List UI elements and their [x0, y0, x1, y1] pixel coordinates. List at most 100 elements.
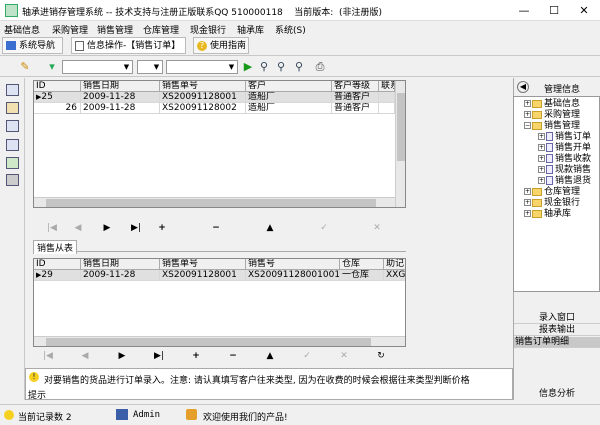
- maximize-button[interactable]: ☐: [539, 0, 569, 21]
- prev-record-button[interactable]: ◀: [78, 351, 92, 361]
- table-icon[interactable]: [6, 139, 19, 151]
- cancel-button[interactable]: ✕: [370, 223, 384, 233]
- tree-node-sales-return[interactable]: + 销售退货: [538, 176, 591, 187]
- panel-header: ◀ 管理信息: [517, 81, 597, 95]
- folder-icon: [532, 99, 542, 108]
- prev-record-button[interactable]: ◀: [71, 223, 85, 233]
- col-header-date[interactable]: 销售日期: [81, 81, 160, 92]
- first-record-button[interactable]: |◀: [41, 351, 55, 361]
- delete-record-button[interactable]: −: [226, 351, 240, 361]
- tree-node-cash-bank[interactable]: + 现金银行: [524, 198, 580, 209]
- search-all-icon[interactable]: ⚲: [292, 60, 306, 74]
- cancel-button[interactable]: ✕: [337, 351, 351, 361]
- col-header-id[interactable]: ID: [34, 81, 81, 92]
- tree-node-sales-receipt[interactable]: + 销售收款: [538, 154, 591, 165]
- detail-title[interactable]: 销售从表: [33, 240, 78, 254]
- next-record-button[interactable]: ▶: [115, 351, 129, 361]
- menu-basic-info[interactable]: 基础信息: [4, 23, 40, 36]
- document-icon: [546, 154, 553, 163]
- title-bar: 轴承进销存管理系统 -- 技术支持与注册正版联系QQ 510000118 当前版…: [0, 0, 600, 21]
- menu-sales[interactable]: 销售管理: [97, 23, 133, 36]
- post-button[interactable]: ✓: [317, 223, 331, 233]
- settings-icon[interactable]: [6, 102, 19, 114]
- tree-node-cash-sale[interactable]: + 现款销售: [538, 165, 591, 176]
- folder-icon: [532, 209, 542, 218]
- search-next-icon[interactable]: ⚲: [274, 60, 288, 74]
- delete-record-button[interactable]: −: [209, 223, 223, 233]
- operator-combo[interactable]: ▼: [137, 60, 163, 74]
- record-count: 当前记录数 2: [18, 413, 72, 423]
- tree-node-purchase[interactable]: + 采购管理: [524, 110, 580, 121]
- col-header-order-no[interactable]: 销售单号: [160, 259, 246, 270]
- tab-system-nav[interactable]: 系统导航: [2, 37, 63, 54]
- chevron-down-icon: ▼: [123, 63, 130, 71]
- nav-bar: 系统导航 信息操作-【销售订单】 ? 使用指南: [0, 36, 600, 56]
- run-icon[interactable]: ▶: [241, 60, 255, 74]
- tree-node-sales-order[interactable]: + 销售订单: [538, 132, 591, 143]
- tree-node-basic-info[interactable]: + 基础信息: [524, 99, 580, 110]
- menu-system[interactable]: 系统(S): [275, 23, 306, 36]
- up-button[interactable]: ▲: [263, 351, 277, 361]
- col-header-mnemonic[interactable]: 助记: [384, 259, 405, 270]
- horizontal-scrollbar[interactable]: [34, 336, 405, 346]
- first-record-button[interactable]: |◀: [45, 223, 59, 233]
- col-header-order-no[interactable]: 销售单号: [160, 81, 246, 92]
- tree-node-sales[interactable]: − 销售管理: [524, 121, 580, 132]
- tab-info-operation[interactable]: 信息操作-【销售订单】: [71, 37, 186, 54]
- close-button[interactable]: ✕: [569, 0, 599, 21]
- current-user: Admin: [133, 410, 161, 420]
- scroll-thumb[interactable]: [46, 338, 371, 346]
- value-combo[interactable]: ▼: [166, 60, 238, 74]
- left-toolbar: [0, 78, 25, 400]
- field-combo[interactable]: ▼: [62, 60, 133, 74]
- tree-node-warehouse[interactable]: + 仓库管理: [524, 187, 580, 198]
- last-record-button[interactable]: ▶|: [129, 223, 143, 233]
- col-header-date[interactable]: 销售日期: [81, 259, 160, 270]
- trash-icon[interactable]: [6, 174, 19, 186]
- refresh-button[interactable]: ↻: [374, 351, 388, 361]
- help-button[interactable]: ? 使用指南: [193, 37, 249, 54]
- vertical-scrollbar[interactable]: [395, 81, 405, 207]
- folder-icon: [532, 121, 542, 130]
- pencil-icon[interactable]: ✎: [18, 60, 32, 74]
- col-header-warehouse[interactable]: 仓库: [340, 259, 384, 270]
- hint-label: 提示: [28, 391, 47, 401]
- col-header-level[interactable]: 客户等级: [332, 81, 379, 92]
- folder-icon: [532, 110, 542, 119]
- col-header-customer[interactable]: 客户: [246, 81, 332, 92]
- folder-icon: [532, 187, 542, 196]
- sales-order-detail-button[interactable]: 销售订单明细: [514, 337, 600, 348]
- minimize-button[interactable]: —: [509, 0, 539, 21]
- tree-node-sales-bill[interactable]: + 销售开单: [538, 143, 591, 154]
- horizontal-scrollbar[interactable]: [34, 197, 395, 207]
- chart-icon[interactable]: [6, 157, 19, 169]
- up-button[interactable]: ▲: [263, 223, 277, 233]
- report-output-button[interactable]: 报表输出: [514, 325, 600, 336]
- chevron-down-icon: ▼: [153, 63, 160, 71]
- window-title: 轴承进销存管理系统 -- 技术支持与注册正版联系QQ 510000118 当前版…: [22, 8, 383, 18]
- entry-window-button[interactable]: 录入窗口: [514, 313, 600, 324]
- back-icon[interactable]: ◀: [517, 81, 529, 93]
- info-analysis-button[interactable]: 信息分析: [514, 389, 600, 400]
- menu-warehouse[interactable]: 仓库管理: [143, 23, 179, 36]
- add-record-button[interactable]: +: [155, 223, 169, 233]
- col-header-id[interactable]: ID: [34, 259, 81, 270]
- list-icon[interactable]: [6, 120, 19, 132]
- col-header-contact[interactable]: 联系: [379, 81, 395, 92]
- menu-cash-bank[interactable]: 现金银行: [190, 23, 226, 36]
- search-icon[interactable]: ⚲: [257, 60, 271, 74]
- scroll-thumb[interactable]: [46, 199, 376, 207]
- menu-purchase[interactable]: 采购管理: [52, 23, 88, 36]
- print-icon[interactable]: ⎙: [313, 60, 327, 74]
- form-icon[interactable]: [6, 84, 19, 96]
- add-record-button[interactable]: +: [189, 351, 203, 361]
- nav-icon: [6, 41, 16, 50]
- menu-bearing-lib[interactable]: 轴承库: [237, 23, 264, 36]
- tree-node-bearing-lib[interactable]: + 轴承库: [524, 209, 571, 220]
- col-header-sale-no[interactable]: 销售号: [246, 259, 340, 270]
- scroll-thumb[interactable]: [397, 93, 405, 161]
- last-record-button[interactable]: ▶|: [152, 351, 166, 361]
- next-record-button[interactable]: ▶: [100, 223, 114, 233]
- filter-icon[interactable]: ▾: [45, 60, 59, 74]
- post-button[interactable]: ✓: [300, 351, 314, 361]
